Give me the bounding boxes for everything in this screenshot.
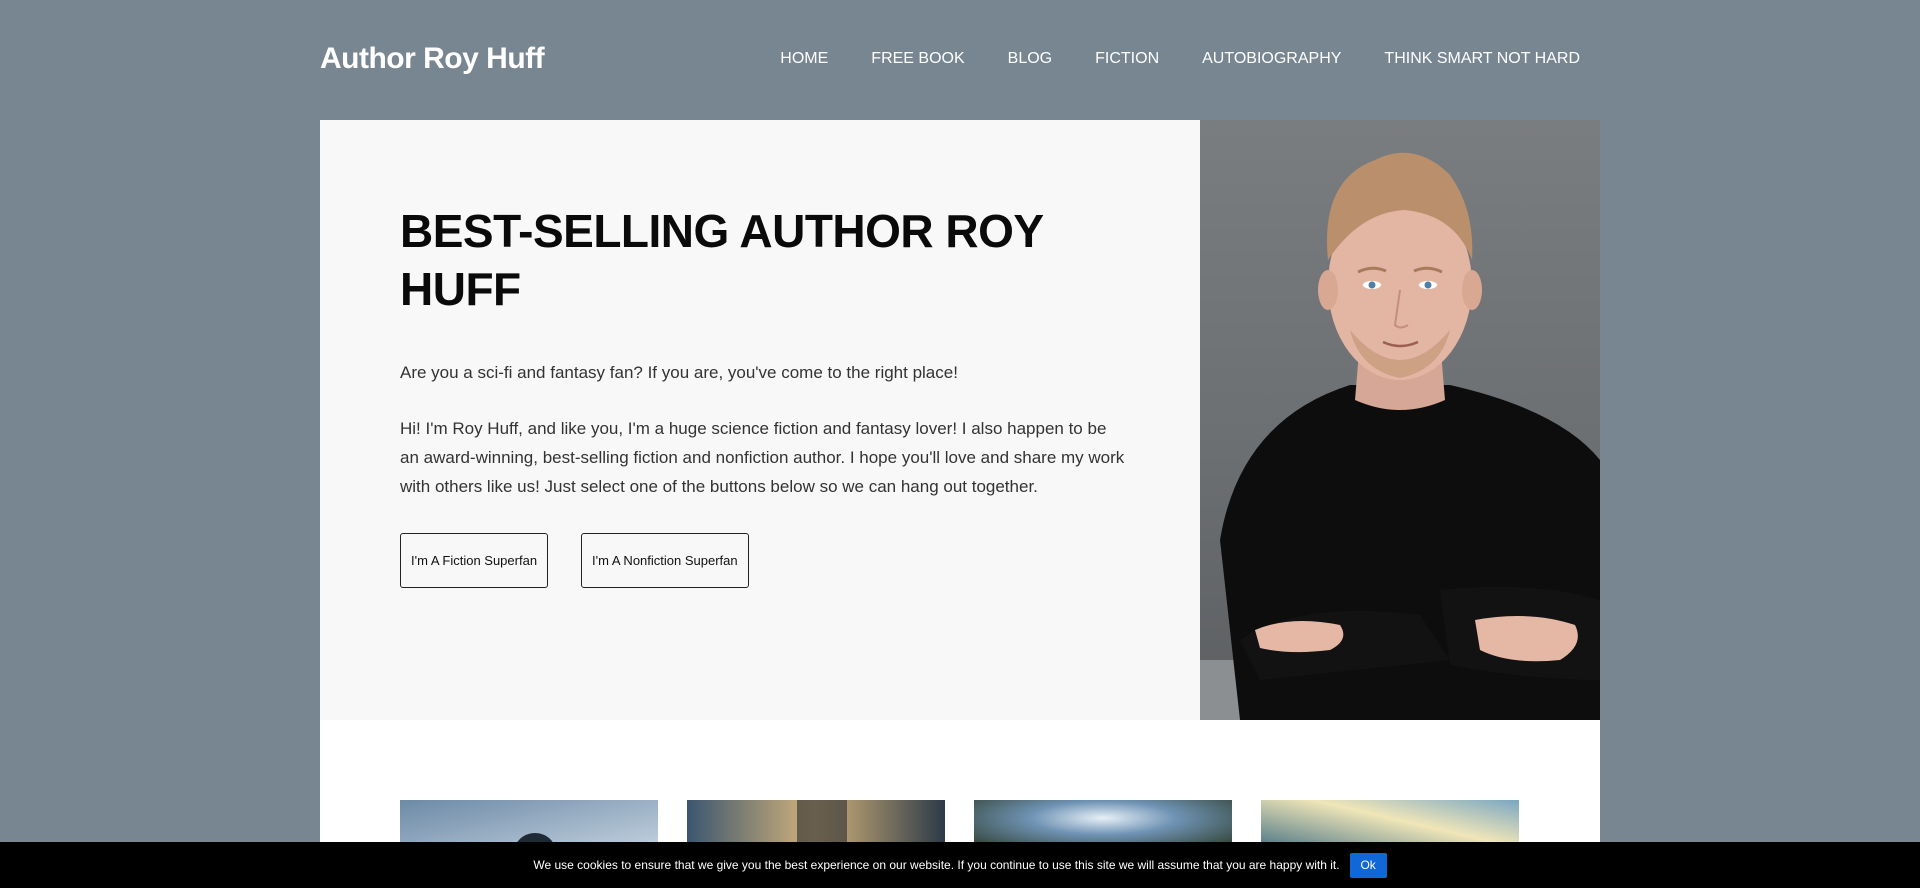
author-photo xyxy=(1200,120,1600,720)
nav-autobiography[interactable]: AUTOBIOGRAPHY xyxy=(1202,50,1341,68)
nav-free-book[interactable]: FREE BOOK xyxy=(871,50,964,68)
nav-home[interactable]: HOME xyxy=(780,50,828,68)
hero-section: BEST-SELLING AUTHOR ROY HUFF Are you a s… xyxy=(320,120,1600,720)
site-header: Author Roy Huff HOME FREE BOOK BLOG FICT… xyxy=(320,0,1600,120)
hero-button-row: I'm A Fiction Superfan I'm A Nonfiction … xyxy=(400,533,1120,588)
hero-text-panel: BEST-SELLING AUTHOR ROY HUFF Are you a s… xyxy=(320,120,1200,720)
hero-intro: Are you a sci-fi and fantasy fan? If you… xyxy=(400,363,958,382)
site-title-link[interactable]: Author Roy Huff xyxy=(320,42,545,76)
hero-title: BEST-SELLING AUTHOR ROY HUFF xyxy=(400,205,1043,315)
cookie-ok-button[interactable]: Ok xyxy=(1349,852,1387,878)
main-nav: HOME FREE BOOK BLOG FICTION AUTOBIOGRAPH… xyxy=(737,50,1580,68)
fiction-superfan-button[interactable]: I'm A Fiction Superfan xyxy=(400,533,549,588)
hero-body: Hi! I'm Roy Huff, and like you, I'm a hu… xyxy=(400,419,1125,496)
cookie-message: We use cookies to ensure that we give yo… xyxy=(533,858,1340,872)
nav-think-smart-not-hard[interactable]: THINK SMART NOT HARD xyxy=(1384,50,1580,68)
nav-fiction[interactable]: FICTION xyxy=(1095,50,1159,68)
author-portrait-image xyxy=(1200,152,1600,720)
cookie-consent-bar: We use cookies to ensure that we give yo… xyxy=(0,842,1920,888)
nav-blog[interactable]: BLOG xyxy=(1008,50,1052,68)
nonfiction-superfan-button[interactable]: I'm A Nonfiction Superfan xyxy=(581,533,749,588)
